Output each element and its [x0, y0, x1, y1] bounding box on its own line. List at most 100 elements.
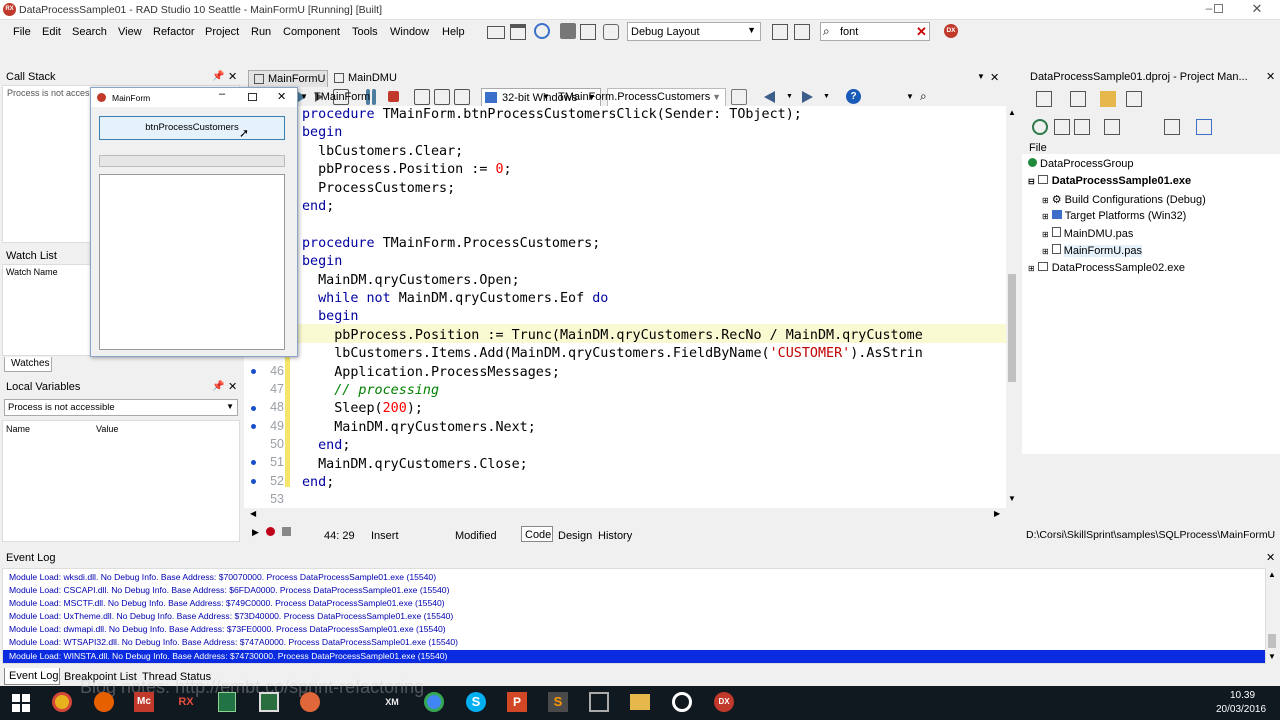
menu-edit[interactable]: Edit [42, 26, 61, 38]
pin-icon[interactable]: 📌 [212, 71, 224, 82]
mail-icon[interactable] [487, 26, 505, 39]
close-panel-icon[interactable]: ✕ [228, 380, 237, 393]
collapse-all-icon[interactable] [1074, 119, 1090, 135]
editor-hscroll[interactable]: ◀ ▶ [244, 508, 1006, 520]
ide-search-field[interactable]: ⌕ font ✕ [820, 22, 930, 41]
btn-process-customers[interactable]: btnProcessCustomers [99, 116, 285, 140]
help-globe-icon[interactable] [534, 23, 550, 39]
dx-badge-icon[interactable]: DX [944, 24, 958, 38]
watches-tab[interactable]: Watches [4, 357, 52, 372]
menu-help[interactable]: Help [442, 26, 465, 38]
skype-icon[interactable]: S [466, 692, 486, 712]
tree-item-build-configs[interactable]: ⊞ ⚙ Build Configurations (Debug) [1042, 193, 1206, 206]
locals-combo[interactable]: Process is not accessible ▼ [4, 399, 238, 416]
app-icon[interactable] [589, 692, 609, 712]
tab-maindmu[interactable]: MainDMU [330, 70, 406, 87]
pin-icon[interactable]: 📌 [212, 381, 224, 392]
chevron-down-icon[interactable]: ▼ [977, 72, 985, 81]
scroll-right-icon[interactable]: ▶ [994, 509, 1000, 518]
find-method-icon[interactable]: ⌕ [920, 89, 927, 104]
expand-all-icon[interactable] [1054, 119, 1070, 135]
pm-view-icon[interactable] [1126, 91, 1142, 107]
macro-play-icon[interactable]: ▶ [252, 527, 259, 538]
chrome-2-icon[interactable] [424, 692, 444, 712]
scroll-left-icon[interactable]: ◀ [250, 509, 256, 518]
layout-combo[interactable]: Debug Layout ▼ [627, 22, 761, 41]
excel-icon[interactable] [218, 692, 236, 712]
menu-file[interactable]: File [13, 26, 31, 38]
xm-icon[interactable]: XM [382, 692, 402, 712]
save-desktop-icon[interactable] [772, 24, 788, 40]
scroll-up-icon[interactable]: ▲ [1268, 570, 1276, 579]
breakable-line-dot[interactable] [251, 369, 256, 374]
scroll-thumb[interactable] [1008, 274, 1016, 382]
layout-icon[interactable] [580, 24, 596, 40]
tree-item-maindmu[interactable]: ⊞ MainDMU.pas [1042, 227, 1133, 240]
clear-search-icon[interactable]: ✕ [916, 24, 927, 40]
mc-icon[interactable]: Mc [134, 692, 154, 712]
folder-icon[interactable] [630, 694, 650, 710]
menu-tools[interactable]: Tools [352, 26, 378, 38]
menu-search[interactable]: Search [72, 26, 107, 38]
chrome-icon[interactable] [52, 692, 72, 712]
git-icon[interactable] [300, 692, 320, 712]
event-log-vscroll[interactable]: ▲ ▼ [1266, 568, 1278, 664]
maximize-button[interactable] [1214, 4, 1223, 13]
form-minimize-button[interactable]: – [219, 88, 225, 100]
method-combo[interactable]: TMainForm.ProcessCustomers [558, 91, 710, 103]
tab-mainformu[interactable]: MainFormU [248, 70, 328, 87]
menu-view[interactable]: View [118, 26, 142, 38]
set-debug-desktop-icon[interactable] [794, 24, 810, 40]
close-panel-icon[interactable]: ✕ [1266, 551, 1275, 564]
scroll-up-icon[interactable]: ▲ [1008, 108, 1016, 117]
tab-event-log[interactable]: Event Log [4, 668, 60, 685]
event-log-list[interactable]: Module Load: wksdi.dll. No Debug Info. B… [2, 568, 1266, 664]
form-maximize-button[interactable] [248, 93, 257, 101]
tree-item-platforms[interactable]: ⊞ Target Platforms (Win32) [1042, 210, 1186, 222]
scroll-thumb[interactable] [1268, 634, 1276, 648]
terminal-icon[interactable] [259, 692, 279, 712]
tab-design[interactable]: Design [558, 530, 592, 542]
tree-item-project2[interactable]: ⊞ DataProcessSample02.exe [1028, 262, 1185, 274]
lock-icon[interactable] [603, 24, 619, 40]
customers-listbox[interactable] [99, 174, 285, 350]
tab-history[interactable]: History [598, 530, 632, 542]
close-panel-icon[interactable]: ✕ [1266, 70, 1275, 83]
windows-start-icon[interactable] [12, 694, 30, 712]
breakable-line-dot[interactable] [251, 406, 256, 411]
breakable-line-dot[interactable] [251, 424, 256, 429]
menu-refactor[interactable]: Refactor [153, 26, 195, 38]
tree-item-mainformu[interactable]: ⊞ MainFormU.pas [1042, 244, 1142, 257]
code-editor[interactable]: 46 47 48 49 50 51 52 53 procedure TMainF… [244, 106, 1006, 508]
rad-studio-icon[interactable]: RX [176, 692, 196, 712]
menu-component[interactable]: Component [283, 26, 340, 38]
close-editor-icon[interactable]: ✕ [990, 71, 999, 84]
form-close-button[interactable]: ✕ [277, 90, 286, 103]
editor-vscroll[interactable]: ▲ ▼ [1006, 106, 1018, 508]
running-app-icon[interactable]: DX [714, 692, 734, 712]
tree-item-group[interactable]: DataProcessGroup [1028, 158, 1134, 170]
tab-code[interactable]: Code [521, 526, 553, 542]
macro-record-icon[interactable] [266, 527, 275, 536]
close-panel-icon[interactable]: ✕ [228, 70, 237, 83]
macro-stop-icon[interactable] [282, 527, 291, 536]
refresh-icon[interactable] [1032, 119, 1048, 135]
pm-add-icon[interactable] [1070, 91, 1086, 107]
sort-icon[interactable] [1104, 119, 1120, 135]
pm-new-icon[interactable] [1036, 91, 1052, 107]
scroll-down-icon[interactable]: ▼ [1268, 652, 1276, 661]
calendar-icon[interactable] [510, 24, 526, 40]
magnifier-app-icon[interactable] [672, 692, 692, 712]
class-combo[interactable]: TMainForm [314, 91, 370, 103]
breakable-line-dot[interactable] [251, 460, 256, 465]
breakable-line-dot[interactable] [251, 479, 256, 484]
build-icon[interactable] [1164, 119, 1180, 135]
powerpoint-icon[interactable]: P [507, 692, 527, 712]
menu-project[interactable]: Project [205, 26, 239, 38]
menu-window[interactable]: Window [390, 26, 429, 38]
component-icon[interactable] [560, 23, 576, 39]
tree-item-project-active[interactable]: ⊟ DataProcessSample01.exe [1028, 175, 1191, 187]
menu-run[interactable]: Run [251, 26, 271, 38]
options-icon[interactable] [1196, 119, 1212, 135]
sublime-icon[interactable]: S [548, 692, 568, 712]
